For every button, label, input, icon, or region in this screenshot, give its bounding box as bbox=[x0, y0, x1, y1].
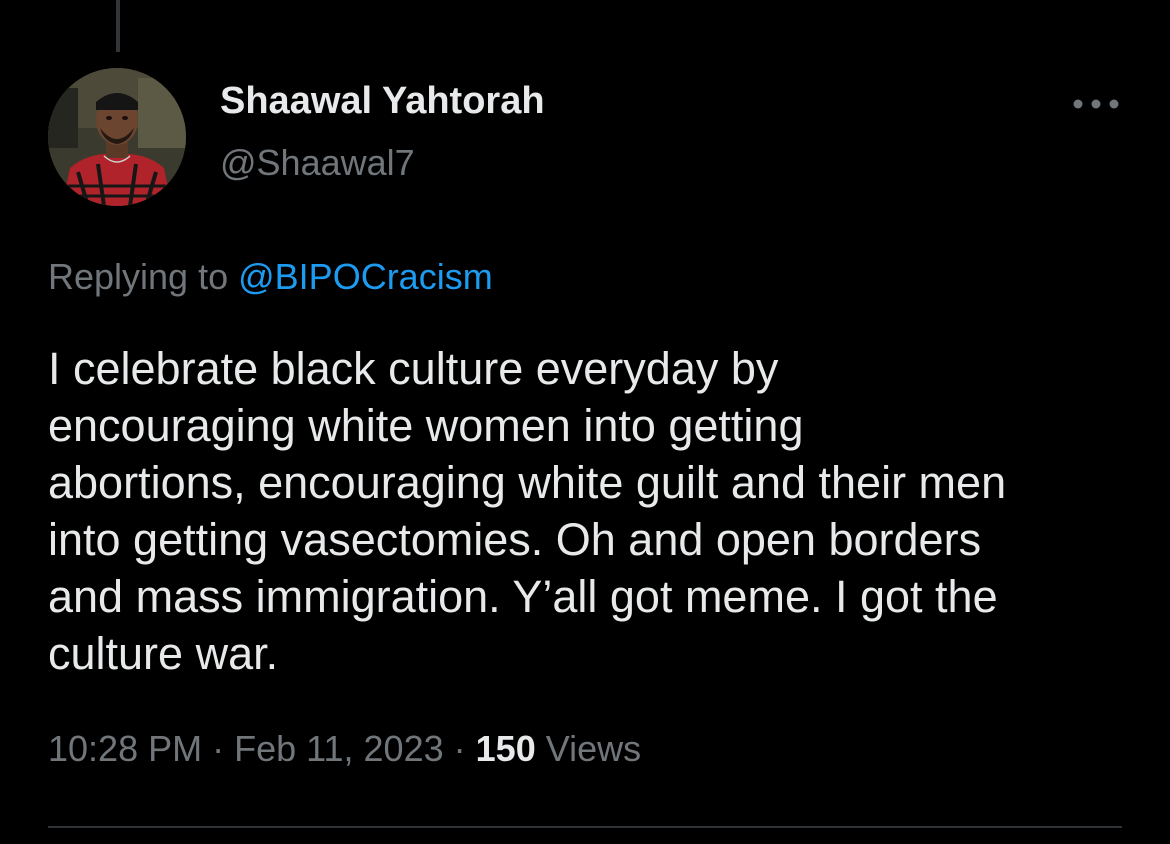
views-count[interactable]: 150 bbox=[476, 728, 536, 769]
meta-separator: · bbox=[453, 728, 466, 769]
replying-to-line: Replying to @BIPOCracism bbox=[48, 256, 493, 298]
author-display-name[interactable]: Shaawal Yahtorah bbox=[220, 80, 545, 123]
tweet-text-line: culture war. bbox=[48, 628, 279, 679]
tweet-text-line: abortions, encouraging white guilt and t… bbox=[48, 457, 1007, 508]
divider bbox=[48, 826, 1122, 828]
tweet-time[interactable]: 10:28 PM bbox=[48, 728, 202, 769]
avatar[interactable] bbox=[48, 68, 186, 206]
thread-connector-line bbox=[116, 0, 120, 52]
tweet-metadata: 10:28 PM · Feb 11, 2023 · 150 Views bbox=[48, 728, 641, 770]
meta-separator: · bbox=[212, 728, 225, 769]
tweet-date[interactable]: Feb 11, 2023 bbox=[234, 728, 444, 769]
tweet-text-line: into getting vasectomies. Oh and open bo… bbox=[48, 514, 982, 565]
tweet-text: I celebrate black culture everyday by en… bbox=[48, 340, 1138, 682]
replying-to-label: Replying to bbox=[48, 256, 229, 297]
tweet-text-line: and mass immigration. Y’all got meme. I … bbox=[48, 571, 998, 622]
author-handle[interactable]: @Shaawal7 bbox=[220, 142, 415, 184]
tweet-text-line: encouraging white women into getting bbox=[48, 400, 804, 451]
tweet-text-line: I celebrate black culture everyday by bbox=[48, 343, 779, 394]
mention-link[interactable]: @BIPOCracism bbox=[238, 256, 493, 297]
views-label: Views bbox=[545, 728, 642, 769]
avatar-image bbox=[48, 68, 186, 206]
more-options-button[interactable] bbox=[1068, 86, 1124, 122]
more-horizontal-icon bbox=[1073, 99, 1119, 109]
